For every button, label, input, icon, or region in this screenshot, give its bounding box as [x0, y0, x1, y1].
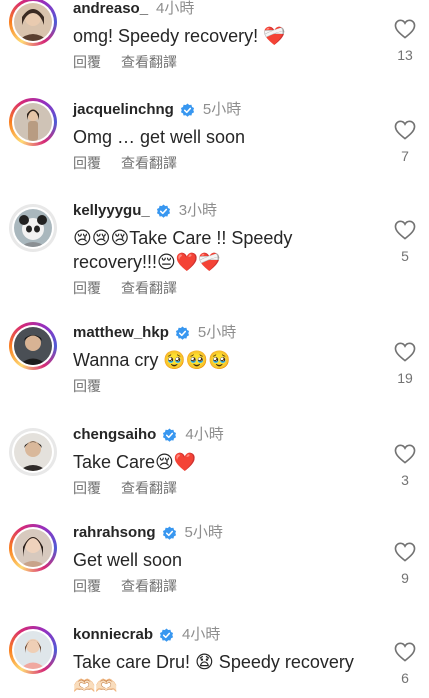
- username[interactable]: chengsaiho: [73, 426, 156, 444]
- verified-badge-icon: [163, 427, 177, 442]
- comment-text: Take care Dru! 😧 Speedy recovery 🫶🏻🫶🏻: [73, 652, 354, 696]
- heart-outline-icon[interactable]: [394, 342, 416, 362]
- like-count: 13: [397, 47, 413, 63]
- timestamp: 4小時: [185, 426, 224, 443]
- heart-outline-icon[interactable]: [394, 120, 416, 140]
- verified-badge-icon: [159, 627, 174, 642]
- comment-text: Wanna cry 🥹🥹🥹: [73, 350, 231, 370]
- username[interactable]: andreaso_: [73, 0, 148, 18]
- reply-button[interactable]: 回覆: [73, 153, 101, 173]
- see-translation-button[interactable]: 查看翻譯: [121, 278, 177, 298]
- avatar-image: [14, 327, 52, 365]
- avatar[interactable]: [9, 322, 57, 370]
- like-count: 7: [401, 148, 409, 164]
- comment-text: Omg … get well soon: [73, 127, 246, 147]
- verified-badge-icon: [175, 325, 189, 340]
- heart-outline-icon[interactable]: [394, 220, 416, 240]
- heart-outline-icon[interactable]: [394, 19, 416, 39]
- avatar-image: [14, 529, 52, 567]
- username[interactable]: kellyyygu_: [73, 202, 150, 220]
- avatar-image: [14, 631, 52, 669]
- heart-outline-icon[interactable]: [394, 444, 416, 464]
- verified-badge-icon: [156, 203, 170, 218]
- username[interactable]: rahrahsong: [73, 524, 156, 542]
- heart-outline-icon[interactable]: [394, 542, 416, 562]
- avatar[interactable]: [9, 626, 57, 674]
- timestamp: 4小時: [182, 626, 221, 643]
- timestamp: 4小時: [156, 0, 195, 17]
- comment-text: 😢😢😢Take Care !! Speedy recovery!!!😔❤️❤️‍…: [73, 228, 293, 272]
- avatar-image: [14, 433, 52, 471]
- comment-text: omg! Speedy recovery! ❤️‍🩹: [73, 26, 286, 46]
- avatar-image: [14, 3, 52, 41]
- reply-button[interactable]: 回覆: [73, 576, 101, 596]
- avatar[interactable]: [9, 204, 57, 252]
- like-count: 9: [401, 570, 409, 586]
- timestamp: 5小時: [197, 324, 237, 341]
- avatar[interactable]: [9, 428, 57, 476]
- timestamp: 3小時: [178, 202, 218, 219]
- reply-button[interactable]: 回覆: [73, 478, 101, 498]
- reply-button[interactable]: 回覆: [73, 278, 101, 298]
- avatar[interactable]: [9, 0, 57, 46]
- like-count: 5: [401, 248, 409, 264]
- like-count: 6: [401, 670, 409, 686]
- reply-button[interactable]: 回覆: [73, 376, 101, 396]
- avatar-image: [14, 209, 52, 247]
- see-translation-button[interactable]: 查看翻譯: [121, 153, 177, 173]
- like-count: 19: [397, 370, 413, 386]
- avatar[interactable]: [9, 524, 57, 572]
- username[interactable]: matthew_hkp: [73, 324, 169, 342]
- see-translation-button[interactable]: 查看翻譯: [121, 478, 177, 498]
- verified-badge-icon: [162, 525, 176, 540]
- verified-badge-icon: [180, 102, 194, 117]
- see-translation-button[interactable]: 查看翻譯: [121, 52, 177, 72]
- timestamp: 5小時: [184, 524, 223, 541]
- like-count: 3: [401, 472, 409, 488]
- heart-outline-icon[interactable]: [394, 642, 416, 662]
- reply-button[interactable]: 回覆: [73, 52, 101, 72]
- avatar-image: [14, 103, 52, 141]
- username[interactable]: jacquelinchng: [73, 101, 174, 119]
- comment-text: Get well soon: [73, 550, 183, 570]
- see-translation-button[interactable]: 查看翻譯: [121, 576, 177, 596]
- username[interactable]: konniecrab: [73, 626, 153, 644]
- timestamp: 5小時: [202, 101, 242, 118]
- avatar[interactable]: [9, 98, 57, 146]
- comment-text: Take Care😢❤️: [73, 452, 197, 472]
